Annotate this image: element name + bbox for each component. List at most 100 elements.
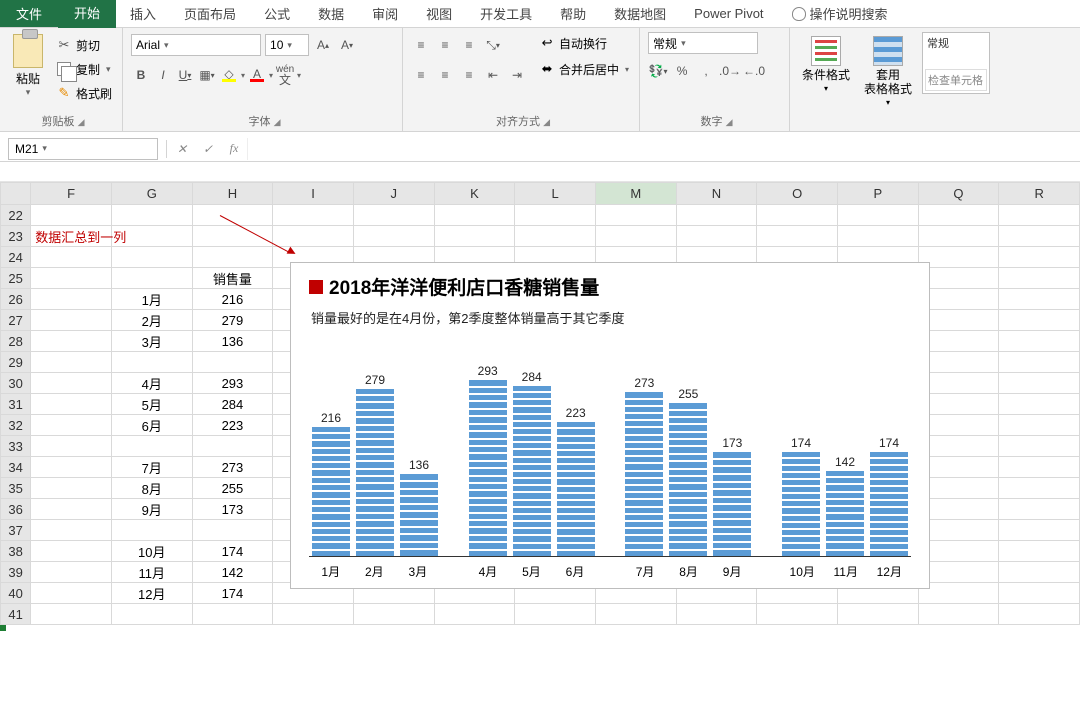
cell-F38[interactable] xyxy=(31,541,112,562)
cell-G22[interactable] xyxy=(111,205,192,226)
cell-J41[interactable] xyxy=(353,604,434,625)
cell-Q24[interactable] xyxy=(918,247,999,268)
cell-F24[interactable] xyxy=(31,247,112,268)
cell-R29[interactable] xyxy=(999,352,1080,373)
formula-input[interactable] xyxy=(247,138,1080,160)
tab-file[interactable]: 文件 xyxy=(0,0,58,27)
cell-R25[interactable] xyxy=(999,268,1080,289)
row-header-32[interactable]: 32 xyxy=(1,415,31,436)
cell-G27[interactable]: 2月 xyxy=(111,310,192,331)
cancel-formula-button[interactable]: ✕ xyxy=(169,138,195,160)
cell-G40[interactable]: 12月 xyxy=(111,583,192,604)
tab-help[interactable]: 帮助 xyxy=(546,0,600,27)
name-box[interactable]: M21 xyxy=(8,138,158,160)
cell-R32[interactable] xyxy=(999,415,1080,436)
col-header-F[interactable]: F xyxy=(31,183,112,205)
align-middle-button[interactable]: ≡ xyxy=(435,34,455,56)
cell-G26[interactable]: 1月 xyxy=(111,289,192,310)
cell-R27[interactable] xyxy=(999,310,1080,331)
row-header-41[interactable]: 41 xyxy=(1,604,31,625)
font-launcher-icon[interactable]: ◢ xyxy=(274,117,281,127)
cell-H32[interactable]: 223 xyxy=(192,415,273,436)
cell-Q23[interactable] xyxy=(918,226,999,247)
underline-button[interactable]: U▾ xyxy=(175,64,195,86)
percent-button[interactable]: % xyxy=(672,60,692,82)
align-center-button[interactable]: ≡ xyxy=(435,64,455,86)
border-button[interactable]: ▦▾ xyxy=(197,64,217,86)
cell-G28[interactable]: 3月 xyxy=(111,331,192,352)
align-top-button[interactable]: ≡ xyxy=(411,34,431,56)
cell-Q40[interactable] xyxy=(918,583,999,604)
tab-insert[interactable]: 插入 xyxy=(116,0,170,27)
table-format-button[interactable]: 套用 表格格式▾ xyxy=(860,32,916,110)
cell-O23[interactable] xyxy=(757,226,838,247)
paste-button[interactable]: 粘贴 ▾ xyxy=(8,32,48,98)
cell-F39[interactable] xyxy=(31,562,112,583)
cell-F28[interactable] xyxy=(31,331,112,352)
cell-F30[interactable] xyxy=(31,373,112,394)
cell-R24[interactable] xyxy=(999,247,1080,268)
cell-F25[interactable] xyxy=(31,268,112,289)
row-header-35[interactable]: 35 xyxy=(1,478,31,499)
number-format-combo[interactable]: 常规 xyxy=(648,32,758,54)
cell-H31[interactable]: 284 xyxy=(192,394,273,415)
cell-F22[interactable] xyxy=(31,205,112,226)
cell-H28[interactable]: 136 xyxy=(192,331,273,352)
cell-R38[interactable] xyxy=(999,541,1080,562)
cell-F29[interactable] xyxy=(31,352,112,373)
cell-M41[interactable] xyxy=(595,604,676,625)
font-color-button[interactable]: A xyxy=(247,64,267,86)
cell-G36[interactable]: 9月 xyxy=(111,499,192,520)
col-header-G[interactable]: G xyxy=(111,183,192,205)
indent-decrease-button[interactable]: ⇤ xyxy=(483,64,503,86)
row-header-40[interactable]: 40 xyxy=(1,583,31,604)
cell-P22[interactable] xyxy=(837,205,918,226)
indent-increase-button[interactable]: ⇥ xyxy=(507,64,527,86)
col-header-J[interactable]: J xyxy=(353,183,434,205)
cell-G38[interactable]: 10月 xyxy=(111,541,192,562)
cell-L41[interactable] xyxy=(515,604,596,625)
wrap-text-button[interactable]: ↩自动换行 xyxy=(537,32,631,54)
row-header-33[interactable]: 33 xyxy=(1,436,31,457)
font-name-combo[interactable]: Arial xyxy=(131,34,261,56)
cell-R23[interactable] xyxy=(999,226,1080,247)
col-header-R[interactable]: R xyxy=(999,183,1080,205)
pinyin-button[interactable]: wén文 xyxy=(275,64,295,86)
decrease-font-button[interactable]: A▾ xyxy=(337,34,357,56)
cell-F32[interactable] xyxy=(31,415,112,436)
cell-I23[interactable] xyxy=(273,226,354,247)
currency-button[interactable]: 💱▾ xyxy=(648,60,668,82)
cell-F34[interactable] xyxy=(31,457,112,478)
cell-L22[interactable] xyxy=(515,205,596,226)
cell-R36[interactable] xyxy=(999,499,1080,520)
cell-R37[interactable] xyxy=(999,520,1080,541)
tab-view[interactable]: 视图 xyxy=(412,0,466,27)
comma-button[interactable]: , xyxy=(696,60,716,82)
col-header-H[interactable]: H xyxy=(192,183,273,205)
cell-H35[interactable]: 255 xyxy=(192,478,273,499)
cell-H40[interactable]: 174 xyxy=(192,583,273,604)
row-header-38[interactable]: 38 xyxy=(1,541,31,562)
cell-N23[interactable] xyxy=(676,226,757,247)
align-bottom-button[interactable]: ≡ xyxy=(459,34,479,56)
cell-F23[interactable]: 数据汇总到一列 xyxy=(31,226,112,247)
cell-K23[interactable] xyxy=(434,226,515,247)
cell-R22[interactable] xyxy=(999,205,1080,226)
cut-button[interactable]: 剪切 xyxy=(54,34,114,56)
row-header-34[interactable]: 34 xyxy=(1,457,31,478)
tab-data[interactable]: 数据 xyxy=(304,0,358,27)
cell-O41[interactable] xyxy=(757,604,838,625)
enter-formula-button[interactable]: ✓ xyxy=(195,138,221,160)
cell-R31[interactable] xyxy=(999,394,1080,415)
cell-F40[interactable] xyxy=(31,583,112,604)
select-all-corner[interactable] xyxy=(1,183,31,205)
cell-L23[interactable] xyxy=(515,226,596,247)
cell-Q34[interactable] xyxy=(918,457,999,478)
cell-G30[interactable]: 4月 xyxy=(111,373,192,394)
col-header-O[interactable]: O xyxy=(757,183,838,205)
bold-button[interactable]: B xyxy=(131,64,151,86)
cell-H33[interactable] xyxy=(192,436,273,457)
cell-Q41[interactable] xyxy=(918,604,999,625)
cell-H30[interactable]: 293 xyxy=(192,373,273,394)
cell-H39[interactable]: 142 xyxy=(192,562,273,583)
